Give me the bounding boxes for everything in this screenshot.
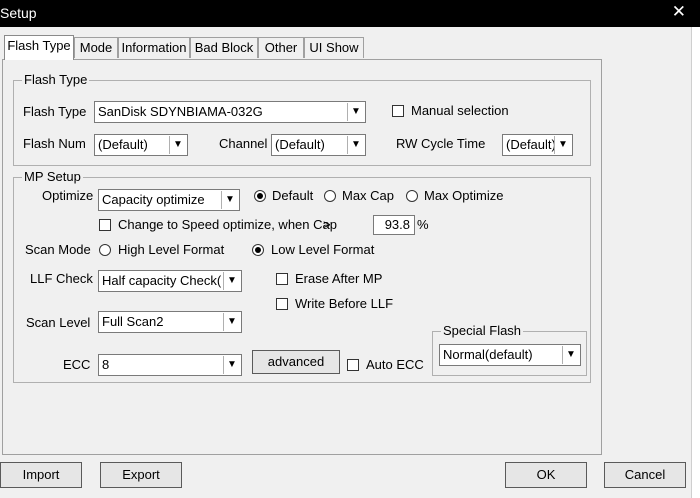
special-flash-select[interactable]: Normal(default) ▼ xyxy=(439,344,581,366)
window-edge xyxy=(691,27,700,498)
chevron-down-icon: ▼ xyxy=(554,136,571,154)
rw-cycle-time-label: RW Cycle Time xyxy=(396,136,486,151)
chevron-down-icon: ▼ xyxy=(223,356,240,374)
radio-default-label: Default xyxy=(272,188,314,203)
llf-check-select[interactable]: Half capacity Check(D ▼ xyxy=(98,270,242,292)
scan-level-select[interactable]: Full Scan2 ▼ xyxy=(98,311,242,333)
advanced-button[interactable]: advanced xyxy=(252,350,340,374)
radio-max-cap[interactable] xyxy=(324,190,336,202)
optimize-select[interactable]: Capacity optimize ▼ xyxy=(98,189,240,211)
flash-type-select[interactable]: SanDisk SDYNBIAMA-032G ▼ xyxy=(94,101,366,123)
rw-cycle-time-select[interactable]: (Default) ▼ xyxy=(502,134,573,156)
auto-ecc-label: Auto ECC xyxy=(366,357,424,372)
channel-select[interactable]: (Default) ▼ xyxy=(271,134,366,156)
flash-type-label: Flash Type xyxy=(23,104,87,119)
chevron-down-icon: ▼ xyxy=(221,191,238,209)
flash-type-legend: Flash Type xyxy=(22,72,90,88)
cancel-button[interactable]: Cancel xyxy=(604,462,686,488)
radio-low-level-format[interactable] xyxy=(252,244,264,256)
write-before-llf-checkbox[interactable] xyxy=(276,298,288,310)
radio-max-optimize-label: Max Optimize xyxy=(424,188,504,203)
tab-flash-type[interactable]: Flash Type xyxy=(4,35,74,60)
ok-button[interactable]: OK xyxy=(505,462,587,488)
close-icon[interactable]: ✕ xyxy=(672,2,686,22)
mp-setup-group: MP Setup Optimize Capacity optimize ▼ De… xyxy=(13,169,591,383)
ecc-value: 8 xyxy=(102,357,110,372)
export-button[interactable]: Export xyxy=(100,462,182,488)
scan-level-label: Scan Level xyxy=(26,315,91,330)
llf-check-label: LLF Check xyxy=(30,271,93,286)
mp-setup-legend: MP Setup xyxy=(22,169,83,185)
manual-selection-label: Manual selection xyxy=(411,103,509,118)
chevron-down-icon: ▼ xyxy=(223,313,240,331)
radio-max-optimize[interactable] xyxy=(406,190,418,202)
scan-level-value: Full Scan2 xyxy=(102,314,164,329)
tab-mode[interactable]: Mode xyxy=(74,37,118,58)
cap-threshold-input[interactable]: 93.8 xyxy=(373,215,415,235)
manual-selection-checkbox[interactable] xyxy=(392,105,404,117)
radio-default[interactable] xyxy=(254,190,266,202)
tab-other[interactable]: Other xyxy=(258,37,304,58)
channel-label: Channel xyxy=(219,136,268,151)
import-button[interactable]: Import xyxy=(0,462,82,488)
radio-high-level-format-label: High Level Format xyxy=(118,242,225,257)
flash-type-group: Flash Type Flash Type SanDisk SDYNBIAMA-… xyxy=(13,72,591,166)
chevron-down-icon: ▼ xyxy=(347,103,364,121)
optimize-value: Capacity optimize xyxy=(102,192,205,207)
ecc-label: ECC xyxy=(63,357,91,372)
tab-information[interactable]: Information xyxy=(118,37,190,58)
flash-num-label: Flash Num xyxy=(23,136,86,151)
flash-num-value: (Default) xyxy=(98,137,148,152)
llf-check-value: Half capacity Check(D xyxy=(102,273,222,288)
greater-than-symbol: > xyxy=(323,217,331,232)
percent-symbol: % xyxy=(417,217,429,232)
radio-high-level-format[interactable] xyxy=(99,244,111,256)
rw-cycle-time-value: (Default) xyxy=(506,137,556,152)
radio-max-cap-label: Max Cap xyxy=(342,188,395,203)
window-title: Setup xyxy=(0,5,37,21)
special-flash-value: Normal(default) xyxy=(443,347,533,362)
chevron-down-icon: ▼ xyxy=(223,272,240,290)
optimize-label: Optimize xyxy=(42,188,94,203)
scan-mode-label: Scan Mode xyxy=(25,242,91,257)
tab-ui-show[interactable]: UI Show xyxy=(304,37,364,58)
ecc-select[interactable]: 8 ▼ xyxy=(98,354,242,376)
erase-after-mp-checkbox[interactable] xyxy=(276,273,288,285)
tab-panel: Flash Type Flash Type SanDisk SDYNBIAMA-… xyxy=(2,59,602,455)
channel-value: (Default) xyxy=(275,137,325,152)
flash-type-value: SanDisk SDYNBIAMA-032G xyxy=(98,104,263,119)
special-flash-legend: Special Flash xyxy=(441,323,524,339)
auto-ecc-checkbox[interactable] xyxy=(347,359,359,371)
flash-num-select[interactable]: (Default) ▼ xyxy=(94,134,188,156)
special-flash-group: Special Flash Normal(default) ▼ xyxy=(432,323,587,376)
write-before-llf-label: Write Before LLF xyxy=(295,296,394,311)
speed-optimize-checkbox[interactable] xyxy=(99,219,111,231)
speed-optimize-label: Change to Speed optimize, when Cap xyxy=(118,217,337,232)
title-bar: Setup ✕ xyxy=(0,0,700,27)
chevron-down-icon: ▼ xyxy=(169,136,186,154)
chevron-down-icon: ▼ xyxy=(347,136,364,154)
erase-after-mp-label: Erase After MP xyxy=(295,271,383,286)
radio-low-level-format-label: Low Level Format xyxy=(271,242,375,257)
tab-bad-block[interactable]: Bad Block xyxy=(190,37,258,58)
chevron-down-icon: ▼ xyxy=(562,346,579,364)
